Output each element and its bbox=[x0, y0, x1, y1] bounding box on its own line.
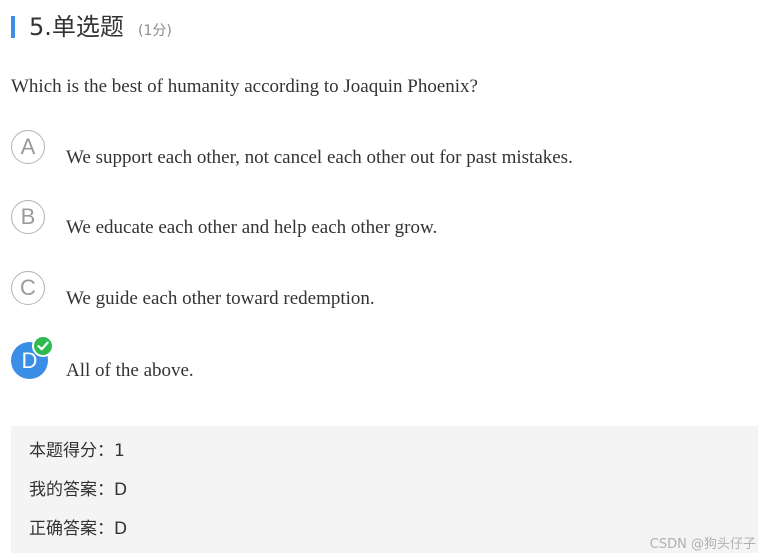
correct-answer-label: 正确答案： bbox=[29, 519, 114, 539]
result-panel: 本题得分：1 我的答案：D 正确答案：D bbox=[11, 426, 758, 553]
my-answer-label: 我的答案： bbox=[29, 480, 114, 500]
option-c-text[interactable]: We guide each other toward redemption. bbox=[66, 286, 375, 312]
title-accent-bar bbox=[11, 16, 15, 38]
option-b-letter-circle[interactable]: B bbox=[11, 200, 45, 234]
option-a-text[interactable]: We support each other, not cancel each o… bbox=[66, 145, 573, 171]
question-text: Which is the best of humanity according … bbox=[11, 76, 478, 97]
option-b[interactable]: B We educate each other and help each ot… bbox=[11, 200, 711, 240]
my-answer-value: D bbox=[114, 480, 128, 500]
score-label: 本题得分： bbox=[29, 441, 114, 461]
question-score: (1分) bbox=[138, 23, 172, 39]
watermark: CSDN @狗头仔子 bbox=[649, 537, 756, 552]
score-value: 1 bbox=[114, 441, 125, 461]
option-c-letter-circle[interactable]: C bbox=[11, 271, 45, 305]
question-title: 5.单选题 bbox=[29, 13, 124, 41]
option-a[interactable]: A We support each other, not cancel each… bbox=[11, 130, 711, 170]
correct-answer-row: 正确答案：D bbox=[29, 517, 127, 541]
check-icon bbox=[32, 335, 54, 357]
option-b-text[interactable]: We educate each other and help each othe… bbox=[66, 215, 437, 241]
option-a-letter-circle[interactable]: A bbox=[11, 130, 45, 164]
option-d-text[interactable]: All of the above. bbox=[66, 358, 194, 384]
option-c[interactable]: C We guide each other toward redemption. bbox=[11, 271, 711, 311]
option-d[interactable]: D All of the above. bbox=[11, 335, 711, 381]
my-answer-row: 我的答案：D bbox=[29, 478, 127, 502]
correct-answer-value: D bbox=[114, 519, 128, 539]
score-row: 本题得分：1 bbox=[29, 439, 125, 463]
